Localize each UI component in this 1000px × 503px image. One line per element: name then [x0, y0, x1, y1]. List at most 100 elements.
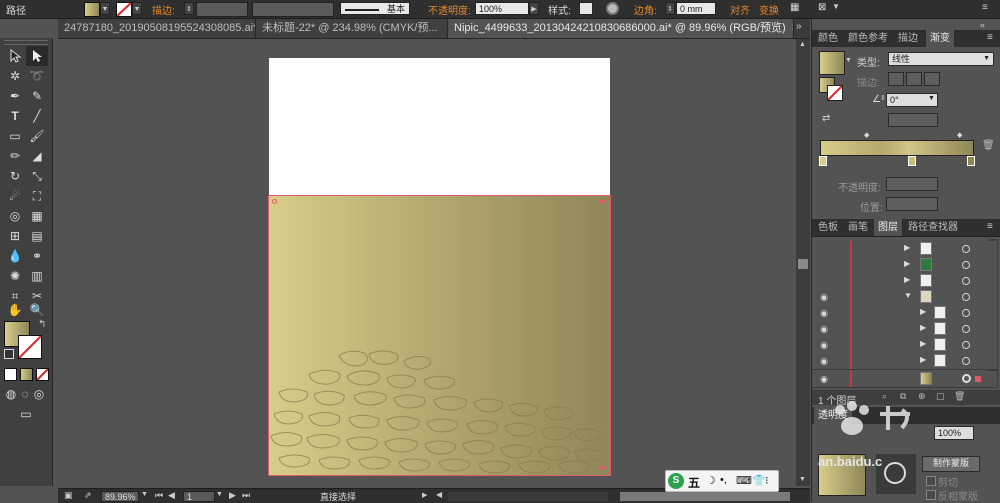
- target-circle-icon[interactable]: [962, 309, 970, 317]
- scale-tool-icon[interactable]: ⤡: [26, 166, 48, 186]
- eye-icon[interactable]: ◉: [817, 290, 831, 304]
- stroke-color-box[interactable]: [18, 335, 42, 359]
- hand-tool-icon[interactable]: ✋: [4, 300, 26, 320]
- draw-behind-icon[interactable]: ◌: [18, 384, 32, 404]
- eyedropper-icon[interactable]: 💧: [4, 246, 26, 266]
- menu-dropdown-icon[interactable]: ▼: [832, 2, 840, 11]
- corner-field[interactable]: 0 mm: [676, 2, 716, 15]
- column-graph-icon[interactable]: ▥: [26, 266, 48, 286]
- close-icon[interactable]: ×: [792, 22, 793, 34]
- shape-builder-icon[interactable]: ◎: [4, 206, 26, 226]
- layer-row[interactable]: ◉ ▶: [812, 353, 997, 370]
- expand-arrow-icon[interactable]: ▶: [904, 243, 910, 252]
- stroke-stepper-icon[interactable]: ⇕: [184, 2, 194, 15]
- layer-row[interactable]: ▶: [812, 241, 997, 258]
- gradient-slider[interactable]: [820, 140, 974, 156]
- eye-icon[interactable]: ◉: [817, 338, 831, 352]
- type-tool-icon[interactable]: T: [4, 106, 26, 126]
- pencil-icon[interactable]: ✏: [4, 146, 26, 166]
- stroke-dropdown-icon[interactable]: ▼: [132, 2, 142, 15]
- target-circle-icon[interactable]: [962, 357, 970, 365]
- scroll-down-icon[interactable]: ▼: [799, 476, 806, 483]
- export-icon[interactable]: ⇗: [84, 490, 92, 501]
- corner-stepper-icon[interactable]: ⇕: [665, 2, 675, 15]
- corner-label[interactable]: 边角:: [634, 2, 657, 17]
- draw-inside-icon[interactable]: ◎: [32, 384, 46, 404]
- variable-width-field[interactable]: [252, 2, 334, 17]
- locate-object-icon[interactable]: ⌕: [882, 391, 887, 402]
- eye-icon[interactable]: ◉: [817, 372, 831, 386]
- zoom-tool-icon[interactable]: 🔍: [26, 300, 48, 320]
- ime-toolbar[interactable]: S 五 ☽ •, ⌨ 👕 ⁝: [665, 470, 779, 492]
- stroke-gradient-across-icon[interactable]: [924, 72, 940, 86]
- tab-document-1[interactable]: 24787180_20190508195524308085.ai*×: [58, 19, 256, 38]
- stroke-gradient-within-icon[interactable]: [888, 72, 904, 86]
- last-artboard-icon[interactable]: ⏭: [242, 490, 250, 501]
- layer-row[interactable]: ◉ ▶: [812, 305, 997, 322]
- swap-fill-stroke-icon[interactable]: ↰: [38, 319, 46, 330]
- gradient-rectangle[interactable]: [268, 195, 611, 476]
- gradient-stop[interactable]: [967, 156, 975, 166]
- collapse-arrow-icon[interactable]: ▼: [904, 291, 912, 300]
- tab-color-guide[interactable]: 颜色参考: [844, 30, 892, 47]
- gradient-preview[interactable]: [819, 51, 845, 75]
- prev-artboard-icon[interactable]: ◀: [168, 490, 175, 501]
- style-swatch[interactable]: [579, 2, 593, 15]
- tabs-overflow-icon[interactable]: »: [796, 21, 802, 32]
- eraser-icon[interactable]: ◢: [26, 146, 48, 166]
- reverse-gradient-icon[interactable]: ⇄: [822, 113, 830, 124]
- eye-icon[interactable]: ◉: [817, 354, 831, 368]
- target-circle-icon[interactable]: [962, 261, 970, 269]
- target-circle-icon[interactable]: [962, 277, 970, 285]
- invert-mask-checkbox[interactable]: [926, 490, 936, 500]
- tab-document-3[interactable]: Nipic_4499633_20130424210830686000.ai* @…: [448, 19, 794, 38]
- free-transform-icon[interactable]: ⛶: [26, 186, 48, 206]
- opacity-label[interactable]: 不透明度:: [428, 2, 471, 17]
- artboard-number-field[interactable]: 1: [183, 491, 215, 502]
- artboard-dropdown-icon[interactable]: ▼: [216, 491, 223, 498]
- moon-icon[interactable]: ☽: [706, 474, 716, 487]
- opacity-dropdown-icon[interactable]: ▶: [529, 2, 539, 15]
- target-circle-icon[interactable]: [962, 293, 970, 301]
- recolor-icon[interactable]: [606, 2, 619, 15]
- transform-link[interactable]: 变换: [759, 2, 779, 17]
- selection-indicator[interactable]: [975, 376, 981, 382]
- selection-tool-icon[interactable]: [4, 46, 26, 66]
- ime-menu-icon[interactable]: ⁝: [765, 474, 769, 487]
- trash-icon[interactable]: 🗑: [982, 140, 995, 151]
- tab-document-2[interactable]: 未标题-22* @ 234.98% (CMYK/预...: [256, 19, 448, 38]
- vertical-scroll-thumb[interactable]: [798, 259, 808, 269]
- chevron-down-icon[interactable]: ▼: [928, 95, 935, 102]
- layer-row[interactable]: ▶: [812, 273, 997, 290]
- target-circle-icon[interactable]: [962, 341, 970, 349]
- pen-tool-icon[interactable]: ✒: [4, 86, 26, 106]
- first-artboard-icon[interactable]: ⏮: [155, 490, 163, 501]
- tab-transparency[interactable]: 透明度: [814, 407, 852, 424]
- layer-row[interactable]: ◉: [812, 371, 997, 388]
- target-circle-icon[interactable]: [962, 245, 970, 253]
- tab-pathfinder[interactable]: 路径查找器: [904, 219, 962, 236]
- screen-mode-icon[interactable]: ▭: [12, 404, 40, 424]
- status-menu-icon[interactable]: ▶: [422, 491, 427, 499]
- fill-dropdown-icon[interactable]: ▼: [100, 2, 110, 15]
- direct-selection-tool-icon[interactable]: [26, 46, 48, 66]
- trash-icon[interactable]: 🗑: [954, 391, 965, 402]
- line-tool-icon[interactable]: ╱: [26, 106, 48, 126]
- panel-menu-icon[interactable]: ≡: [987, 221, 993, 232]
- next-artboard-icon[interactable]: ▶: [229, 490, 236, 501]
- mesh-tool-icon[interactable]: ⊞: [4, 226, 26, 246]
- stroke-gradient-along-icon[interactable]: [906, 72, 922, 86]
- color-mode-icon[interactable]: [4, 368, 17, 381]
- stroke-weight-label[interactable]: 描边:: [152, 2, 175, 17]
- ime-mode-label[interactable]: 五: [688, 474, 700, 491]
- magic-wand-icon[interactable]: ✲: [4, 66, 26, 86]
- gradient-tool-icon[interactable]: ▤: [26, 226, 48, 246]
- target-circle-icon[interactable]: [962, 325, 970, 333]
- angle-stepper-icon[interactable]: ⇕: [880, 94, 886, 102]
- scroll-left-icon[interactable]: ◀: [436, 490, 442, 499]
- paintbrush-icon[interactable]: 🖌: [26, 126, 48, 146]
- tab-brushes[interactable]: 画笔: [844, 219, 872, 236]
- isolate-icon[interactable]: ▦: [790, 2, 802, 15]
- midpoint-diamond-icon[interactable]: ◆: [864, 131, 869, 139]
- make-mask-button[interactable]: 制作蒙版: [922, 456, 980, 472]
